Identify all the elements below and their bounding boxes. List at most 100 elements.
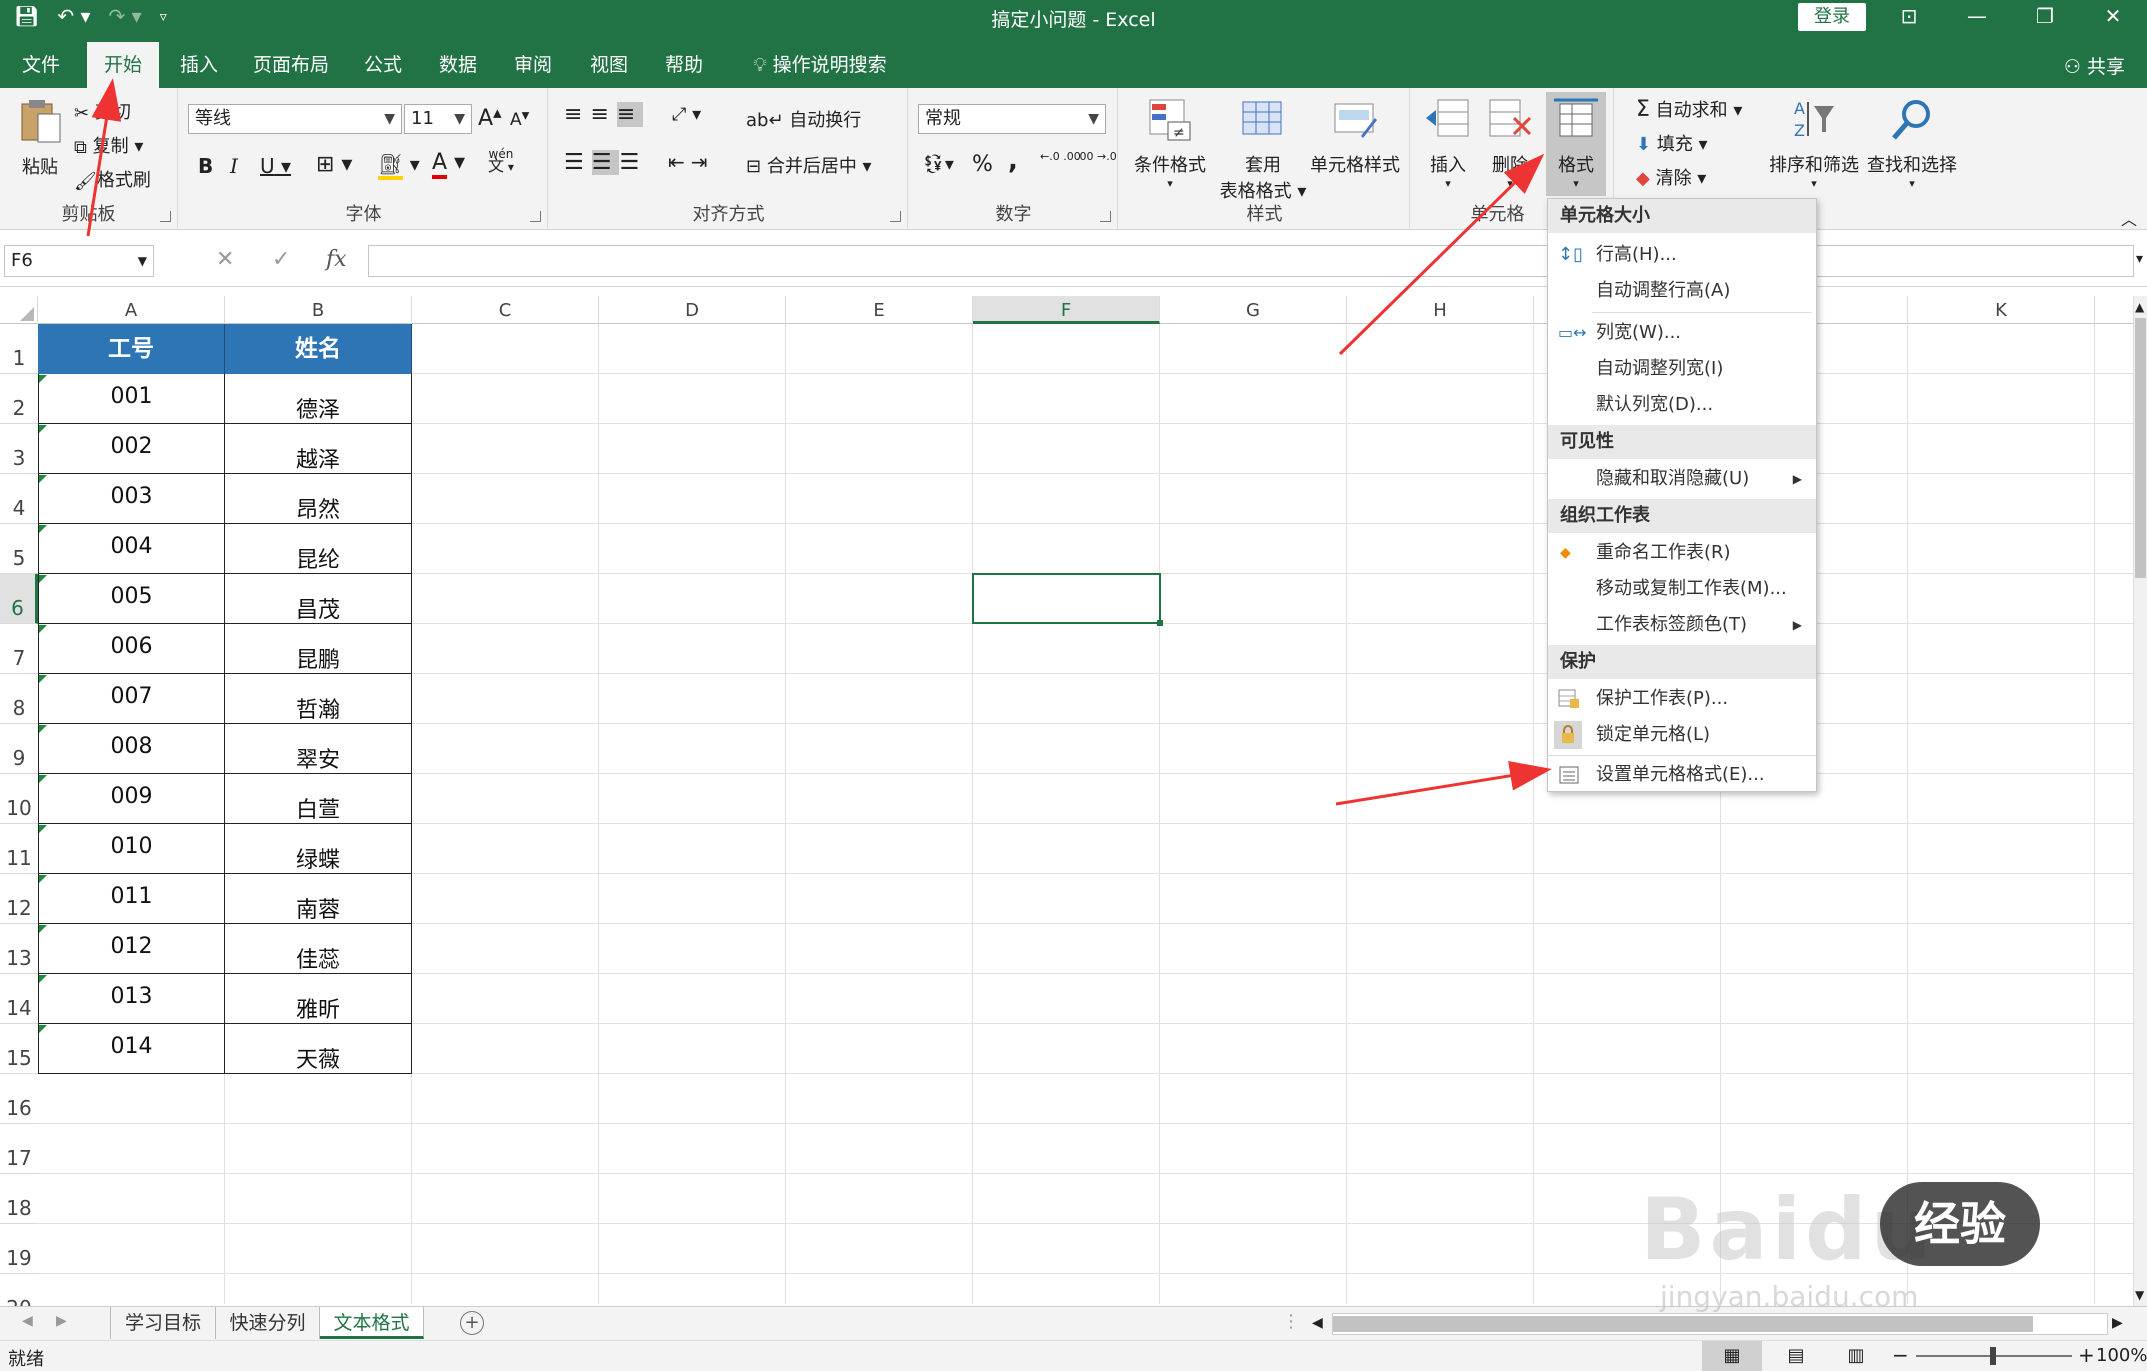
decrease-decimal-button[interactable]: .00 →.0 bbox=[1076, 150, 1117, 163]
indent-buttons[interactable]: ⇤⇥ bbox=[668, 150, 714, 174]
underline-button[interactable]: U ▾ bbox=[260, 154, 291, 178]
zoom-level[interactable]: 100% bbox=[2096, 1345, 2147, 1366]
percent-button[interactable]: % bbox=[972, 152, 993, 177]
ribbon-display-icon[interactable]: ⊡ bbox=[1875, 0, 1943, 34]
row-header-2[interactable]: 2 bbox=[0, 374, 38, 424]
menu-item-move-copy[interactable]: 移动或复制工作表(M)... bbox=[1548, 571, 1816, 607]
sheet-tab-text-format[interactable]: 文本格式 bbox=[320, 1307, 424, 1339]
zoom-out-icon[interactable]: − bbox=[1892, 1343, 1909, 1367]
row-header-7[interactable]: 7 bbox=[0, 624, 38, 674]
row-header-14[interactable]: 14 bbox=[0, 974, 38, 1024]
table-cell[interactable]: 007 bbox=[38, 674, 225, 724]
row-header-6[interactable]: 6 bbox=[0, 574, 38, 624]
worksheet-grid[interactable]: 工号 姓名 001 德泽 002 越泽 003 昂然 004 昆纶 005 昌茂 006 昆鹏 007 哲瀚 0… bbox=[38, 324, 2133, 1304]
collapse-ribbon-icon[interactable]: ︿ bbox=[2121, 206, 2137, 230]
page-layout-view-icon[interactable]: ▤ bbox=[1776, 1341, 1816, 1371]
name-box[interactable]: F6 ▼ bbox=[4, 245, 154, 277]
bold-button[interactable]: B bbox=[198, 154, 213, 178]
shrink-font-button[interactable]: A▼ bbox=[510, 110, 529, 130]
tab-data[interactable]: 数据 bbox=[431, 34, 485, 88]
formula-input[interactable] bbox=[368, 245, 2134, 277]
menu-item-autofit-column[interactable]: 自动调整列宽(I) bbox=[1548, 351, 1816, 387]
table-cell[interactable]: 002 bbox=[38, 424, 225, 474]
accounting-format-button[interactable]: 💱︎▾ bbox=[922, 154, 954, 175]
paste-button[interactable]: 粘贴 bbox=[12, 98, 68, 179]
fill-button[interactable]: ⬇︎ 填充 ▾ bbox=[1636, 130, 1708, 156]
vertical-align-buttons[interactable]: ≡≡≡ bbox=[564, 102, 644, 127]
enter-icon[interactable]: ✓ bbox=[272, 247, 290, 272]
dialog-launcher-icon[interactable] bbox=[530, 211, 541, 222]
font-name-select[interactable]: 等线 ▼ bbox=[188, 104, 402, 134]
sheet-tab-learning-goals[interactable]: 学习目标 bbox=[110, 1307, 216, 1339]
horizontal-scrollbar[interactable] bbox=[1332, 1313, 2108, 1335]
column-header-h[interactable]: H bbox=[1347, 296, 1534, 324]
table-cell[interactable]: 昂然 bbox=[225, 474, 412, 524]
sheet-tab-quick-split[interactable]: 快速分列 bbox=[216, 1307, 320, 1339]
table-cell[interactable]: 越泽 bbox=[225, 424, 412, 474]
row-header-5[interactable]: 5 bbox=[0, 524, 38, 574]
row-header-10[interactable]: 10 bbox=[0, 774, 38, 824]
borders-button[interactable]: ⊞ ▾ bbox=[316, 152, 352, 177]
row-header-1[interactable]: 1 bbox=[0, 324, 38, 374]
row-header-16[interactable]: 16 bbox=[0, 1074, 38, 1124]
font-size-select[interactable]: 11 ▼ bbox=[404, 104, 472, 134]
table-header-cell[interactable]: 姓名 bbox=[225, 324, 412, 374]
copy-button[interactable]: ⧉ 复制 ▾ bbox=[74, 132, 143, 158]
table-cell[interactable]: 德泽 bbox=[225, 374, 412, 424]
menu-item-format-cells[interactable]: 设置单元格格式(E)... bbox=[1548, 757, 1816, 793]
delete-cells-button[interactable]: 删除 ▾ bbox=[1482, 96, 1538, 190]
row-header-19[interactable]: 19 bbox=[0, 1224, 38, 1274]
table-cell[interactable]: 005 bbox=[38, 574, 225, 624]
comma-button[interactable]: , bbox=[1008, 146, 1018, 176]
table-cell[interactable]: 008 bbox=[38, 724, 225, 774]
column-header-g[interactable]: G bbox=[1160, 296, 1347, 324]
tell-me-search[interactable]: 💡︎ 操作说明搜索 bbox=[740, 34, 900, 88]
table-cell[interactable]: 011 bbox=[38, 874, 225, 924]
tab-home[interactable]: 开始 bbox=[87, 42, 159, 88]
format-painter-button[interactable]: 🖌︎格式刷 bbox=[74, 166, 151, 192]
table-cell[interactable]: 昌茂 bbox=[225, 574, 412, 624]
table-cell[interactable]: 白萱 bbox=[225, 774, 412, 824]
menu-item-lock-cell[interactable]: 锁定单元格(L) bbox=[1548, 717, 1816, 753]
menu-item-row-height[interactable]: ↕▯ 行高(H)... bbox=[1548, 237, 1816, 273]
tab-help[interactable]: 帮助 bbox=[657, 34, 711, 88]
row-header-15[interactable]: 15 bbox=[0, 1024, 38, 1074]
clear-button[interactable]: ◆ 清除 ▾ bbox=[1636, 164, 1706, 190]
row-header-3[interactable]: 3 bbox=[0, 424, 38, 474]
close-icon[interactable]: ✕ bbox=[2079, 0, 2147, 34]
sheet-scroll-right-icon[interactable]: ▶ bbox=[56, 1313, 67, 1329]
phonetic-button[interactable]: wén 文 ▾ bbox=[488, 148, 514, 174]
row-header-9[interactable]: 9 bbox=[0, 724, 38, 774]
tab-split-handle-icon[interactable]: ⋮ bbox=[1282, 1311, 1300, 1332]
table-cell[interactable]: 009 bbox=[38, 774, 225, 824]
restore-icon[interactable]: ❐ bbox=[2011, 0, 2079, 34]
wrap-text-button[interactable]: ab↵ 自动换行 bbox=[746, 106, 861, 132]
table-cell[interactable]: 004 bbox=[38, 524, 225, 574]
grow-font-button[interactable]: A▲ bbox=[478, 106, 502, 131]
zoom-slider-thumb[interactable] bbox=[1990, 1347, 1996, 1365]
table-cell[interactable]: 雅昕 bbox=[225, 974, 412, 1024]
insert-cells-button[interactable]: 插入 ▾ bbox=[1420, 96, 1476, 190]
row-header-4[interactable]: 4 bbox=[0, 474, 38, 524]
column-header-k[interactable]: K bbox=[1908, 296, 2095, 324]
scroll-up-icon[interactable]: ▲ bbox=[2135, 300, 2144, 314]
scroll-down-icon[interactable]: ▼ bbox=[2135, 1288, 2144, 1302]
hscroll-right-icon[interactable]: ▶ bbox=[2112, 1315, 2123, 1331]
table-cell[interactable]: 绿蝶 bbox=[225, 824, 412, 874]
table-header-cell[interactable]: 工号 bbox=[38, 324, 225, 374]
italic-button[interactable]: I bbox=[230, 154, 238, 178]
row-header-17[interactable]: 17 bbox=[0, 1124, 38, 1174]
tab-view[interactable]: 视图 bbox=[582, 34, 636, 88]
table-cell[interactable]: 佳蕊 bbox=[225, 924, 412, 974]
vertical-scroll-thumb[interactable] bbox=[2135, 318, 2146, 578]
table-cell[interactable]: 哲瀚 bbox=[225, 674, 412, 724]
find-select-button[interactable]: 查找和选择 ▾ bbox=[1862, 96, 1962, 190]
autosum-button[interactable]: Σ 自动求和 ▾ bbox=[1636, 96, 1742, 122]
row-header-18[interactable]: 18 bbox=[0, 1174, 38, 1224]
row-header-8[interactable]: 8 bbox=[0, 674, 38, 724]
row-header-11[interactable]: 11 bbox=[0, 824, 38, 874]
table-cell[interactable]: 昆纶 bbox=[225, 524, 412, 574]
horizontal-scroll-thumb[interactable] bbox=[1333, 1316, 2033, 1332]
table-cell[interactable]: 南蓉 bbox=[225, 874, 412, 924]
menu-item-default-width[interactable]: 默认列宽(D)... bbox=[1548, 387, 1816, 423]
